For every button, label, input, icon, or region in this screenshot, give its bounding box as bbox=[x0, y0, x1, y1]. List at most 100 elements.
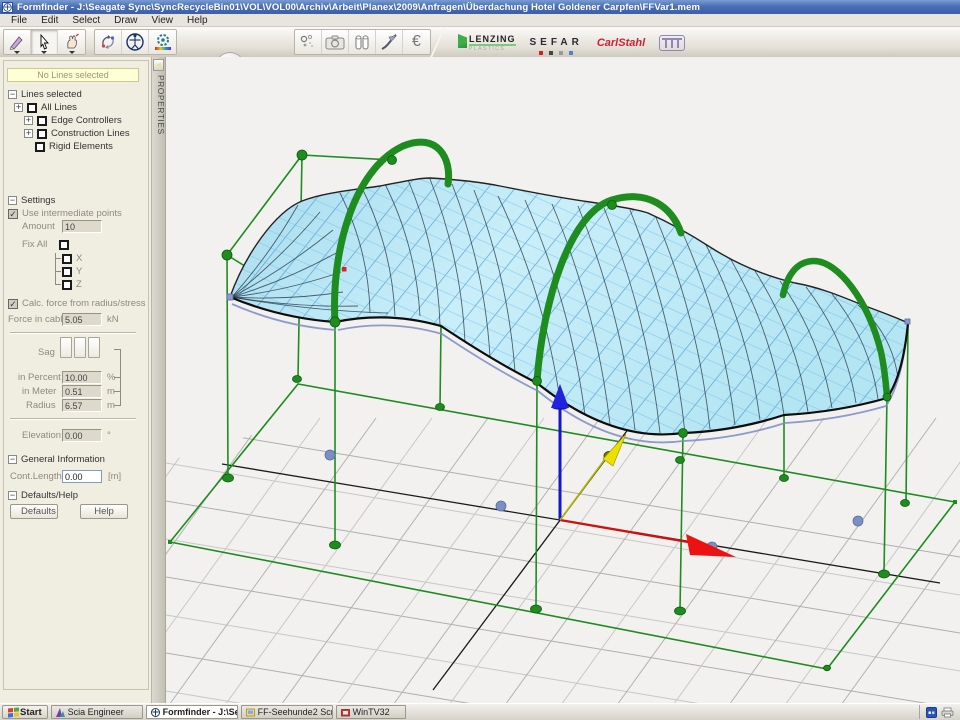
options-bubbles-button[interactable] bbox=[295, 30, 322, 54]
fix-z-label: Z bbox=[76, 279, 82, 290]
ground-boundary bbox=[168, 384, 957, 669]
scene-canvas[interactable] bbox=[166, 57, 960, 703]
sag-option-button-2[interactable] bbox=[74, 337, 86, 358]
checkbox-fix-all[interactable] bbox=[59, 240, 69, 250]
menu-edit[interactable]: Edit bbox=[34, 15, 65, 26]
bracket-line bbox=[114, 391, 120, 392]
collapse-icon[interactable]: − bbox=[8, 491, 17, 500]
collapse-icon[interactable]: − bbox=[8, 455, 17, 464]
printer-tray-icon[interactable] bbox=[941, 707, 954, 718]
selected-node-red bbox=[342, 267, 347, 272]
tree-item-all-lines[interactable]: All Lines bbox=[41, 102, 77, 113]
checkbox-fix-z[interactable] bbox=[62, 280, 72, 290]
properties-tab-label[interactable]: PROPERTIES bbox=[152, 75, 166, 135]
membrane-surface[interactable] bbox=[166, 57, 960, 626]
force-in-cable-input[interactable] bbox=[62, 313, 102, 326]
screenshot-button[interactable] bbox=[322, 30, 349, 54]
menu-view[interactable]: View bbox=[145, 15, 181, 26]
elevation-unit: ° bbox=[107, 430, 111, 441]
cont-length-input[interactable] bbox=[62, 470, 102, 483]
tree-item-edge-controllers[interactable]: Edge Controllers bbox=[51, 115, 122, 126]
menu-draw[interactable]: Draw bbox=[107, 15, 144, 26]
grab-point-tool-button[interactable] bbox=[58, 30, 85, 54]
app-icon bbox=[2, 2, 13, 13]
help-button[interactable]: Help bbox=[80, 504, 128, 519]
hand-pin-icon bbox=[63, 33, 81, 51]
system-tray bbox=[919, 705, 960, 719]
dropdown-arrow-icon[interactable] bbox=[14, 51, 20, 54]
elevation-label: Elevation bbox=[22, 430, 61, 441]
taskbar-item-scia[interactable]: Scia Engineer bbox=[51, 705, 143, 719]
in-percent-label: in Percent bbox=[18, 372, 61, 383]
sag-label: Sag bbox=[38, 347, 55, 358]
toolgroup-output: € bbox=[294, 29, 431, 55]
radius-label: Radius bbox=[26, 400, 56, 411]
amount-label: Amount bbox=[22, 221, 55, 232]
lenzing-logo: LENZINGPLASTICS bbox=[458, 34, 516, 52]
checkbox-edge-controllers[interactable] bbox=[37, 116, 47, 126]
viewport-3d[interactable] bbox=[166, 57, 960, 703]
checkbox-fix-x[interactable] bbox=[62, 254, 72, 264]
collapse-icon[interactable]: − bbox=[8, 196, 17, 205]
amount-input[interactable] bbox=[62, 220, 102, 233]
taskbar-item-formfinder[interactable]: Formfinder - J:\Seaga... bbox=[146, 705, 238, 719]
menu-help[interactable]: Help bbox=[180, 15, 215, 26]
tree-item-construction-lines[interactable]: Construction Lines bbox=[51, 128, 130, 139]
move-rotate-button[interactable] bbox=[95, 30, 122, 54]
titlebar[interactable]: Formfinder - J:\Seagate Sync\SyncRecycle… bbox=[0, 0, 960, 14]
checkbox-fix-y[interactable] bbox=[62, 267, 72, 277]
task-label: Formfinder - J:\Seaga... bbox=[163, 707, 238, 717]
tray-app-icon[interactable] bbox=[926, 707, 937, 718]
collapse-icon[interactable]: − bbox=[8, 90, 17, 99]
in-meter-input[interactable] bbox=[62, 385, 102, 398]
cursor-icon bbox=[36, 34, 52, 50]
euro-icon: € bbox=[412, 33, 421, 51]
tree-line bbox=[55, 284, 61, 285]
cost-euro-button[interactable]: € bbox=[403, 30, 430, 54]
dropdown-arrow-icon[interactable] bbox=[69, 51, 75, 54]
elevation-input[interactable] bbox=[62, 429, 102, 442]
taskbar-item-screenshot[interactable]: FF-Seehunde2 Screensh... bbox=[241, 705, 333, 719]
render-brush-button[interactable] bbox=[376, 30, 403, 54]
lenzing-text: LENZING bbox=[469, 34, 516, 44]
sag-option-button-3[interactable] bbox=[88, 337, 100, 358]
separator bbox=[10, 332, 136, 333]
tree-item-rigid-elements[interactable]: Rigid Elements bbox=[49, 141, 113, 152]
material-rolls-button[interactable] bbox=[349, 30, 376, 54]
checkbox-all-lines[interactable] bbox=[27, 103, 37, 113]
dropdown-arrow-icon[interactable] bbox=[41, 51, 47, 54]
collapse-panel-arrow-icon[interactable]: ◀ bbox=[153, 59, 164, 71]
fix-all-label: Fix All bbox=[22, 239, 47, 250]
menu-file[interactable]: File bbox=[4, 15, 34, 26]
bracket-line bbox=[120, 349, 121, 406]
defaults-button[interactable]: Defaults bbox=[10, 504, 58, 519]
toolgroup-view bbox=[94, 29, 177, 55]
camera-icon bbox=[325, 34, 345, 50]
x-axis-arrowhead bbox=[686, 534, 736, 557]
y-axis-yellow bbox=[560, 455, 608, 520]
tree-line bbox=[55, 271, 61, 272]
start-button[interactable]: Start bbox=[2, 705, 48, 719]
expand-icon[interactable]: + bbox=[24, 116, 33, 125]
formfinder-man-button[interactable] bbox=[122, 30, 149, 54]
settings-gear-button[interactable] bbox=[149, 30, 176, 54]
sag-option-button-1[interactable] bbox=[60, 337, 72, 358]
fix-y-label: Y bbox=[76, 266, 82, 277]
lenzing-mark-icon bbox=[458, 34, 467, 48]
radius-input[interactable] bbox=[62, 399, 102, 412]
task-label: WinTV32 bbox=[353, 707, 390, 717]
in-meter-label: in Meter bbox=[22, 386, 56, 397]
tree-header: Lines selected bbox=[21, 89, 82, 100]
gears-bubbles-icon bbox=[299, 33, 317, 51]
expand-icon[interactable]: + bbox=[14, 103, 23, 112]
checkbox-construction-lines[interactable] bbox=[37, 129, 47, 139]
select-tool-button[interactable] bbox=[31, 30, 58, 54]
draw-tool-button[interactable] bbox=[4, 30, 31, 54]
menu-select[interactable]: Select bbox=[65, 15, 107, 26]
in-percent-input[interactable] bbox=[62, 371, 102, 384]
checkbox-rigid-elements[interactable] bbox=[35, 142, 45, 152]
expand-icon[interactable]: + bbox=[24, 129, 33, 138]
checkbox-calc-force[interactable]: ✓ bbox=[8, 299, 18, 309]
checkbox-use-intermediate-points[interactable]: ✓ bbox=[8, 209, 18, 219]
taskbar-item-wintv[interactable]: WinTV32 bbox=[336, 705, 406, 719]
